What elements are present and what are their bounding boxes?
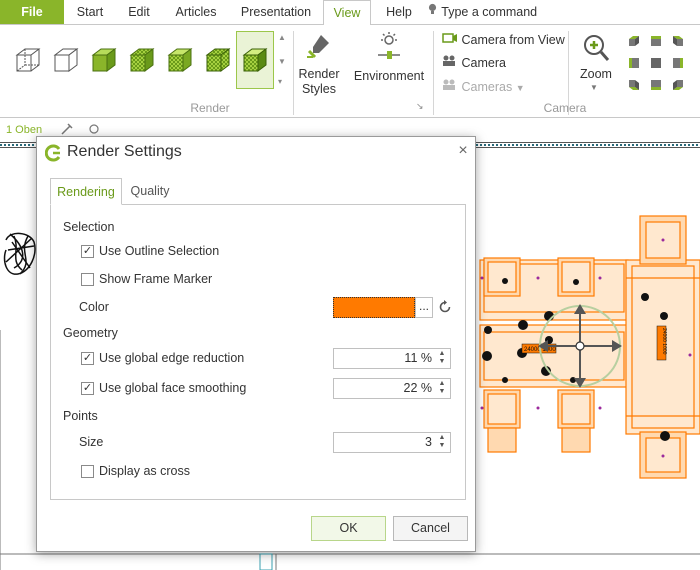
- view-bottom-right-icon[interactable]: [672, 79, 684, 91]
- hidden-line-style-icon[interactable]: [51, 45, 81, 75]
- menu-presentation[interactable]: Presentation: [232, 0, 320, 24]
- ok-button[interactable]: OK: [311, 516, 386, 541]
- tab-rendering[interactable]: Rendering: [50, 178, 122, 205]
- camera-from-view-button[interactable]: Camera from View: [442, 30, 565, 50]
- menu-edit[interactable]: Edit: [116, 0, 162, 24]
- lightbulb-icon: [428, 0, 438, 24]
- menu-view[interactable]: View: [323, 0, 371, 25]
- cameras-icon: [443, 79, 455, 90]
- divider: [293, 31, 294, 115]
- stepper-arrows-icon[interactable]: ▲ ▼: [436, 380, 448, 397]
- render-group-label: Render: [190, 101, 230, 115]
- menu-articles[interactable]: Articles: [166, 0, 226, 24]
- zoom-label[interactable]: Zoom: [574, 67, 618, 81]
- app-logo-icon: [45, 144, 61, 162]
- view-top-left-icon[interactable]: [628, 35, 640, 47]
- environment-icon[interactable]: [374, 31, 404, 61]
- menu-file[interactable]: File: [0, 0, 64, 24]
- view-top-right-icon[interactable]: [672, 35, 684, 47]
- size-label: Size: [79, 435, 104, 449]
- shaded-style-icon[interactable]: [89, 45, 119, 75]
- use-outline-selection-label: Use Outline Selection: [99, 244, 220, 258]
- realistic-style-icon[interactable]: [203, 45, 233, 75]
- workspace-tools-icon[interactable]: [60, 122, 104, 136]
- tab-quality[interactable]: Quality: [122, 178, 178, 205]
- view-top-icon[interactable]: [650, 35, 662, 47]
- view-front-icon[interactable]: [650, 57, 662, 69]
- view-right-icon[interactable]: [672, 57, 684, 69]
- command-search[interactable]: Type a command: [428, 0, 537, 24]
- face-smoothing-value: 22 %: [403, 381, 433, 395]
- cancel-button[interactable]: Cancel: [393, 516, 468, 541]
- dialog-title: Render Settings: [67, 143, 182, 160]
- environment-label[interactable]: Environment: [352, 69, 426, 83]
- camera-from-view-icon: [442, 33, 457, 43]
- divider: [433, 31, 434, 115]
- edge-reduction-stepper[interactable]: 11 % ▲ ▼: [333, 348, 451, 369]
- face-smoothing-checkbox[interactable]: ✓: [81, 382, 94, 395]
- gallery-up-icon[interactable]: ▲: [278, 33, 286, 42]
- camera-group-label: Camera: [543, 101, 587, 115]
- section-selection: Selection: [63, 220, 115, 234]
- show-frame-marker-label: Show Frame Marker: [99, 272, 213, 286]
- color-label: Color: [79, 300, 109, 314]
- render-settings-dialog: Render Settings × Rendering Quality Sele…: [36, 136, 476, 552]
- render-styles-icon[interactable]: [305, 31, 335, 61]
- display-as-cross-checkbox[interactable]: [81, 465, 94, 478]
- stepper-arrows-icon[interactable]: ▲ ▼: [436, 350, 448, 367]
- wireframe-style-icon[interactable]: [13, 45, 43, 75]
- color-picker-button[interactable]: ...: [415, 297, 433, 318]
- face-smoothing-stepper[interactable]: 22 % ▲ ▼: [333, 378, 451, 399]
- edge-reduction-checkbox[interactable]: ✓: [81, 352, 94, 365]
- gallery-down-icon[interactable]: ▼: [278, 57, 286, 66]
- zoom-dropdown-icon[interactable]: ▼: [590, 83, 598, 92]
- section-points: Points: [63, 409, 98, 423]
- gallery-more-icon[interactable]: ▾: [278, 77, 282, 86]
- camera-icon: [443, 55, 455, 66]
- chevron-down-icon: ▼: [515, 83, 525, 93]
- menu-help[interactable]: Help: [376, 0, 422, 24]
- dimension-label: 24000 1000: [661, 328, 667, 355]
- view-bottom-icon[interactable]: [650, 79, 662, 91]
- camera-label: Camera: [461, 56, 506, 70]
- close-icon[interactable]: ×: [455, 143, 471, 159]
- command-search-label: Type a command: [441, 5, 538, 19]
- size-stepper[interactable]: 3 ▲ ▼: [333, 432, 451, 453]
- use-outline-selection-checkbox[interactable]: ✓: [81, 245, 94, 258]
- dialog-launcher-icon[interactable]: ↘: [416, 101, 424, 112]
- camera-from-view-label: Camera from View: [461, 33, 565, 47]
- selected-style-highlight[interactable]: [236, 31, 274, 89]
- render-styles-label[interactable]: Render Styles: [296, 67, 342, 97]
- reset-icon[interactable]: [437, 299, 453, 315]
- cameras-label: Cameras: [461, 80, 513, 94]
- face-smoothing-label: Use global face smoothing: [99, 381, 247, 395]
- size-value: 3: [425, 435, 432, 449]
- cameras-dropdown[interactable]: Cameras ▼: [442, 77, 525, 97]
- edge-reduction-label: Use global edge reduction: [99, 351, 245, 365]
- display-as-cross-label: Display as cross: [99, 464, 190, 478]
- stepper-arrows-icon[interactable]: ▲ ▼: [436, 434, 448, 451]
- shaded-edges-style-icon[interactable]: [127, 45, 157, 75]
- view-bottom-left-icon[interactable]: [628, 79, 640, 91]
- view-left-icon[interactable]: [628, 57, 640, 69]
- show-frame-marker-checkbox[interactable]: [81, 273, 94, 286]
- section-geometry: Geometry: [63, 326, 118, 340]
- raytraced-style-icon: [242, 48, 268, 72]
- menu-bar: File Start Edit Articles Presentation Vi…: [0, 0, 700, 25]
- textured-style-icon[interactable]: [165, 45, 195, 75]
- color-swatch[interactable]: [333, 297, 415, 318]
- ribbon: ▲ ▼ ▾ Render Render Styles Environment C…: [0, 24, 700, 118]
- layer-tab[interactable]: 1 Oben: [6, 124, 42, 136]
- edge-reduction-value: 11 %: [404, 351, 432, 365]
- menu-start[interactable]: Start: [66, 0, 114, 24]
- camera-button[interactable]: Camera: [442, 53, 506, 73]
- zoom-icon[interactable]: [582, 33, 610, 63]
